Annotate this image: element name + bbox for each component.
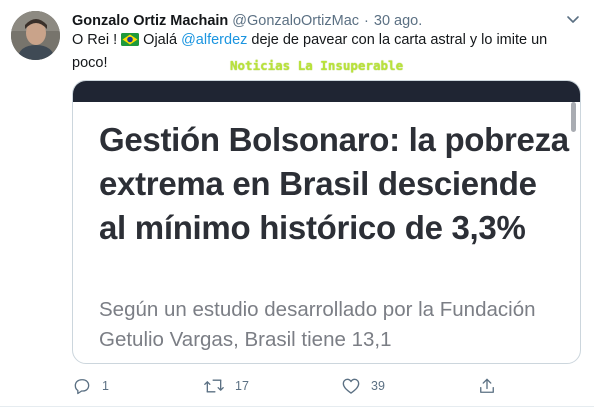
- retweet-count: 17: [235, 379, 249, 393]
- reply-button[interactable]: 1: [72, 372, 109, 400]
- heart-icon: [342, 378, 360, 394]
- reply-count: 1: [102, 379, 109, 393]
- avatar[interactable]: [11, 11, 60, 60]
- retweet-button[interactable]: 17: [203, 372, 249, 400]
- divider: [0, 406, 594, 407]
- separator-dot: ·: [364, 13, 369, 29]
- like-button[interactable]: 39: [341, 372, 385, 400]
- action-bar: 1 17 39: [0, 372, 594, 400]
- card-lead: Según un estudio desarrollado por la Fun…: [99, 298, 536, 351]
- card-top-bar: [73, 81, 580, 102]
- reply-icon: [74, 379, 90, 395]
- share-button[interactable]: [477, 372, 497, 400]
- tweet-text-part2: Ojalá: [139, 32, 182, 48]
- tweet-header: Gonzalo Ortiz Machain @GonzaloOrtizMac ·…: [72, 10, 512, 32]
- tweet[interactable]: Gonzalo Ortiz Machain @GonzaloOrtizMac ·…: [0, 0, 594, 412]
- card-scrollbar: [571, 102, 576, 132]
- tweet-date[interactable]: 30 ago.: [374, 13, 422, 29]
- chevron-down-icon[interactable]: [563, 9, 583, 29]
- avatar-image: [11, 11, 60, 60]
- author-handle[interactable]: @GonzaloOrtizMac: [232, 13, 359, 29]
- like-count: 39: [371, 379, 385, 393]
- author-name[interactable]: Gonzalo Ortiz Machain: [72, 13, 228, 29]
- retweet-icon: [204, 379, 224, 393]
- watermark: Noticias La Insuperable: [230, 58, 404, 73]
- share-icon: [480, 378, 494, 393]
- tweet-text-part1: O Rei !: [72, 32, 122, 48]
- brazil-flag-icon: [121, 32, 140, 53]
- media-card[interactable]: Gestión Bolsonaro: la pobreza extrema en…: [72, 80, 581, 364]
- mention-link[interactable]: @alferdez: [181, 32, 247, 48]
- card-headline: Gestión Bolsonaro: la pobreza extrema en…: [99, 121, 569, 246]
